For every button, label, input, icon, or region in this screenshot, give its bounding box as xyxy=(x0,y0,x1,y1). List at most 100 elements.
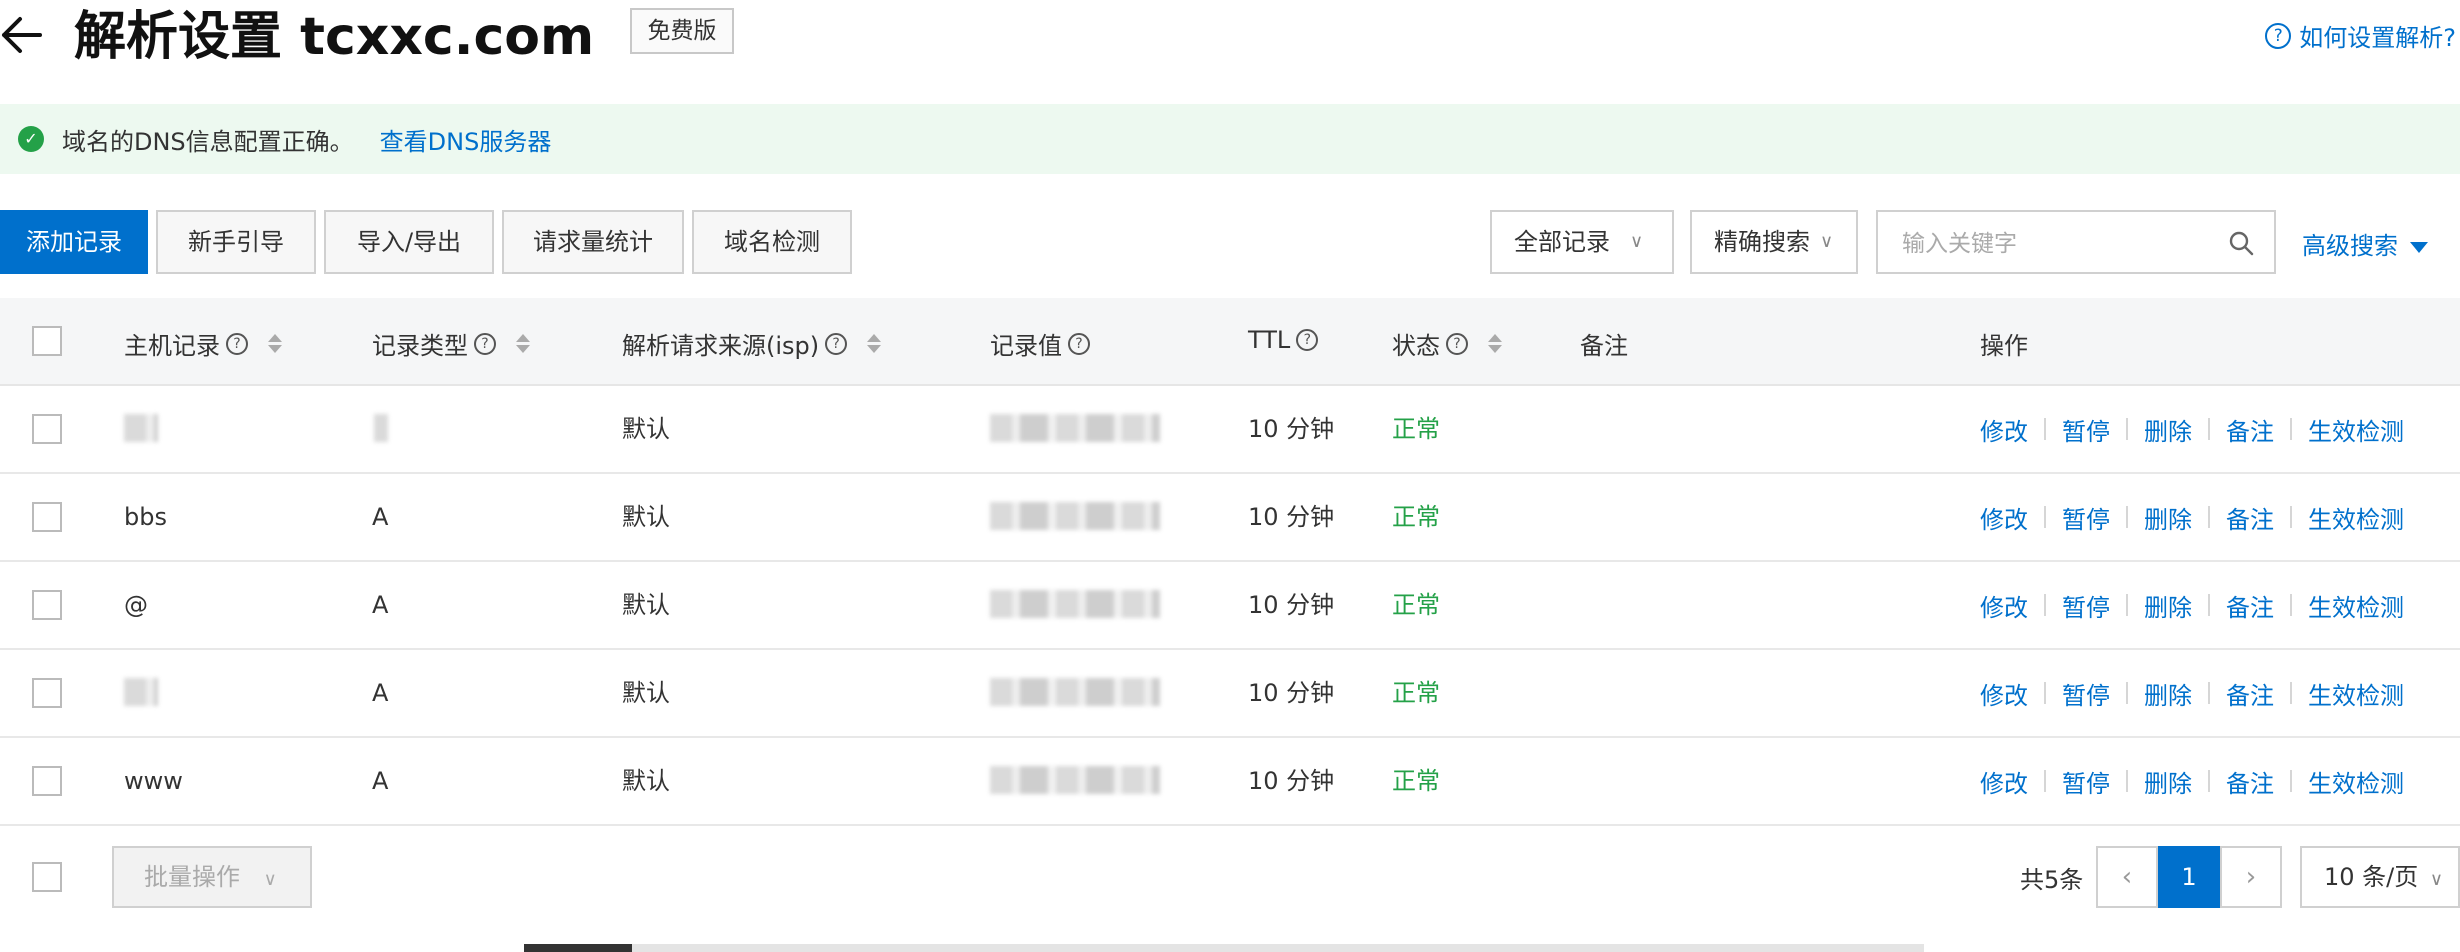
column-status: 状态 ? xyxy=(1392,326,1502,361)
page-button-current[interactable]: 1 xyxy=(2158,846,2220,908)
advanced-search-label: 高级搜索 xyxy=(2302,232,2398,260)
type-cell: A xyxy=(372,591,389,619)
ttl-cell: 10 分钟 xyxy=(1248,679,1335,707)
table-row: A 默认 10 分钟 正常 修改 暂停 删除 备注 生效检测 xyxy=(0,650,2460,738)
column-host: 主机记录 ? xyxy=(124,326,282,361)
import-export-button[interactable]: 导入/导出 xyxy=(324,210,494,274)
isp-cell: 默认 xyxy=(622,767,670,795)
column-type: 记录类型 ? xyxy=(372,326,530,361)
prev-page-button[interactable]: ‹ xyxy=(2096,846,2158,908)
footer-select-all-checkbox[interactable] xyxy=(32,862,62,892)
edit-button[interactable]: 修改 xyxy=(1980,764,2028,799)
type-cell: A xyxy=(372,503,389,531)
redacted-value xyxy=(990,414,1160,442)
page-title: 解析设置 tcxxc.com xyxy=(74,7,595,67)
note-button[interactable]: 备注 xyxy=(2226,500,2274,535)
type-cell: A xyxy=(372,767,389,795)
sort-icon[interactable] xyxy=(867,334,882,353)
delete-button[interactable]: 删除 xyxy=(2144,412,2192,447)
search-mode-select[interactable]: 精确搜索 ∨ xyxy=(1690,210,1858,274)
horizontal-scrollbar[interactable] xyxy=(524,944,1924,952)
chevron-down-icon: ∨ xyxy=(2429,869,2444,890)
row-actions: 修改 暂停 删除 备注 生效检测 xyxy=(1980,650,2404,736)
question-circle-icon[interactable]: ? xyxy=(226,332,248,355)
scrollbar-thumb[interactable] xyxy=(524,944,632,952)
redacted-host xyxy=(124,414,158,442)
pause-button[interactable]: 暂停 xyxy=(2062,500,2110,535)
search-icon[interactable] xyxy=(2228,230,2254,256)
delete-button[interactable]: 删除 xyxy=(2144,676,2192,711)
add-record-button[interactable]: 添加记录 xyxy=(0,210,148,274)
status-cell: 正常 xyxy=(1392,503,1440,531)
row-checkbox[interactable] xyxy=(32,678,62,708)
caret-down-icon xyxy=(2410,241,2428,253)
sort-icon[interactable] xyxy=(516,334,530,353)
row-actions: 修改 暂停 删除 备注 生效检测 xyxy=(1980,738,2404,824)
help-link[interactable]: ? 如何设置解析? xyxy=(2265,18,2456,53)
check-effect-button[interactable]: 生效检测 xyxy=(2308,676,2404,711)
redacted-type xyxy=(374,414,388,442)
note-button[interactable]: 备注 xyxy=(2226,764,2274,799)
pause-button[interactable]: 暂停 xyxy=(2062,676,2110,711)
row-checkbox[interactable] xyxy=(32,766,62,796)
sort-icon[interactable] xyxy=(268,334,282,353)
view-dns-servers-link[interactable]: 查看DNS服务器 xyxy=(380,122,552,157)
check-effect-button[interactable]: 生效检测 xyxy=(2308,500,2404,535)
select-all-checkbox[interactable] xyxy=(32,326,62,356)
column-isp: 解析请求来源(isp) ? xyxy=(622,326,882,361)
row-checkbox[interactable] xyxy=(32,590,62,620)
check-effect-button[interactable]: 生效检测 xyxy=(2308,412,2404,447)
status-cell: 正常 xyxy=(1392,415,1440,443)
edit-button[interactable]: 修改 xyxy=(1980,676,2028,711)
check-effect-button[interactable]: 生效检测 xyxy=(2308,588,2404,623)
pause-button[interactable]: 暂停 xyxy=(2062,764,2110,799)
isp-cell: 默认 xyxy=(622,415,670,443)
table-row: bbs A 默认 10 分钟 正常 修改 暂停 删除 备注 生效检测 xyxy=(0,474,2460,562)
page-size-select[interactable]: 10 条/页 ∨ xyxy=(2300,846,2460,908)
delete-button[interactable]: 删除 xyxy=(2144,588,2192,623)
isp-cell: 默认 xyxy=(622,503,670,531)
row-checkbox[interactable] xyxy=(32,414,62,444)
question-circle-icon[interactable]: ? xyxy=(1068,332,1090,355)
chevron-down-icon: ∨ xyxy=(1630,231,1644,252)
batch-operation-select[interactable]: 批量操作 ∨ xyxy=(112,846,312,908)
question-circle-icon[interactable]: ? xyxy=(1446,332,1468,355)
row-checkbox[interactable] xyxy=(32,502,62,532)
question-circle-icon[interactable]: ? xyxy=(825,332,848,355)
edit-button[interactable]: 修改 xyxy=(1980,412,2028,447)
table-row: www A 默认 10 分钟 正常 修改 暂停 删除 备注 生效检测 xyxy=(0,738,2460,826)
redacted-value xyxy=(990,766,1160,794)
host-cell: www xyxy=(124,767,183,795)
beginner-guide-button[interactable]: 新手引导 xyxy=(156,210,316,274)
table-row: @ A 默认 10 分钟 正常 修改 暂停 删除 备注 生效检测 xyxy=(0,562,2460,650)
chevron-down-icon: ∨ xyxy=(1820,231,1834,252)
column-note: 备注 xyxy=(1580,332,1628,360)
redacted-host xyxy=(124,678,158,706)
check-circle-icon: ✓ xyxy=(18,126,44,152)
pause-button[interactable]: 暂停 xyxy=(2062,412,2110,447)
request-stats-button[interactable]: 请求量统计 xyxy=(502,210,684,274)
note-button[interactable]: 备注 xyxy=(2226,588,2274,623)
advanced-search-link[interactable]: 高级搜索 xyxy=(2302,226,2428,261)
note-button[interactable]: 备注 xyxy=(2226,412,2274,447)
host-cell: @ xyxy=(124,591,148,619)
row-actions: 修改 暂停 删除 备注 生效检测 xyxy=(1980,562,2404,648)
back-button[interactable] xyxy=(0,10,44,60)
note-button[interactable]: 备注 xyxy=(2226,676,2274,711)
next-page-button[interactable]: › xyxy=(2220,846,2282,908)
pause-button[interactable]: 暂停 xyxy=(2062,588,2110,623)
delete-button[interactable]: 删除 xyxy=(2144,764,2192,799)
arrow-left-icon xyxy=(2,17,42,53)
domain-check-button[interactable]: 域名检测 xyxy=(692,210,852,274)
check-effect-button[interactable]: 生效检测 xyxy=(2308,764,2404,799)
edit-button[interactable]: 修改 xyxy=(1980,500,2028,535)
delete-button[interactable]: 删除 xyxy=(2144,500,2192,535)
search-input[interactable] xyxy=(1900,226,2204,262)
record-filter-select[interactable]: 全部记录 ∨ xyxy=(1490,210,1674,274)
status-cell: 正常 xyxy=(1392,679,1440,707)
question-circle-icon[interactable]: ? xyxy=(474,332,496,355)
isp-cell: 默认 xyxy=(622,591,670,619)
question-circle-icon[interactable]: ? xyxy=(1296,329,1319,351)
edit-button[interactable]: 修改 xyxy=(1980,588,2028,623)
sort-icon[interactable] xyxy=(1488,334,1502,353)
